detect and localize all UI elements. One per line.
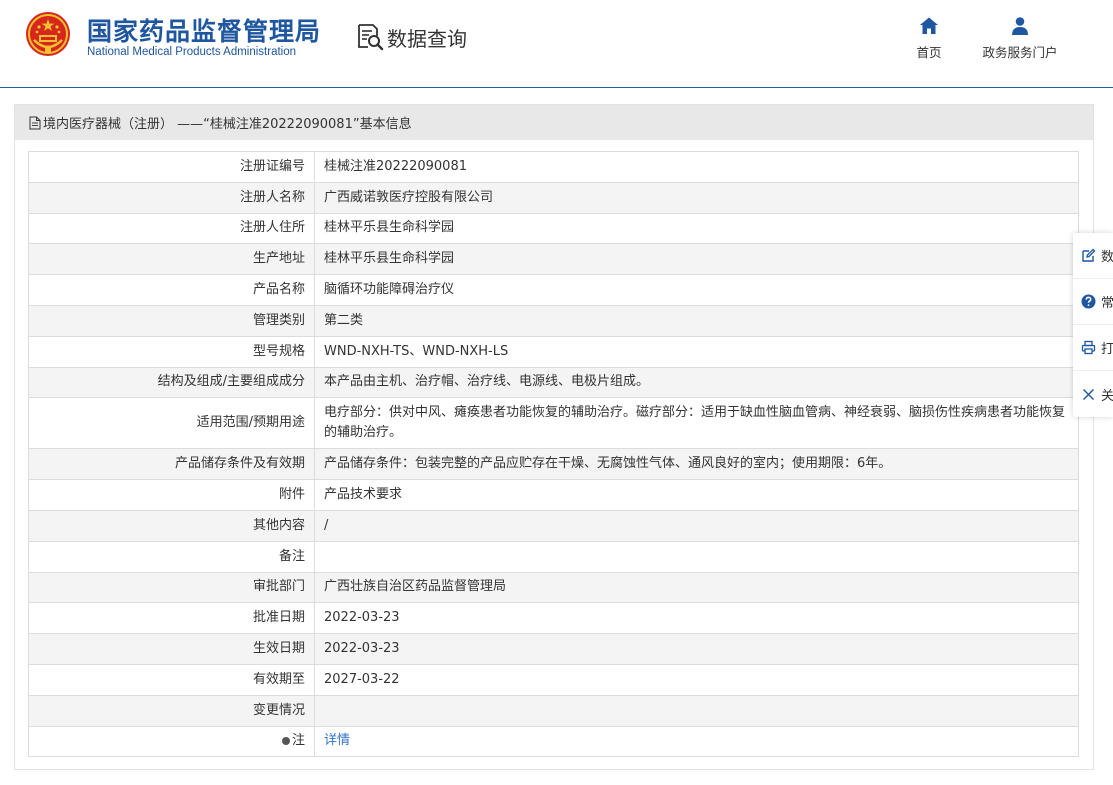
row-label: 注册人住所 [28, 212, 315, 245]
table-row: 产品名称 脑循环功能障碍治疗仪 [28, 274, 1079, 306]
float-item-label: 打 [1101, 342, 1113, 357]
close-icon [1083, 388, 1094, 400]
float-print-button[interactable]: 打 [1073, 325, 1113, 371]
table-row: 型号规格 WND-NXH-TS、WND-NXH-LS [28, 335, 1079, 368]
home-icon [920, 17, 938, 34]
row-label: 备注 [28, 540, 315, 573]
row-value: 详情 [314, 725, 1079, 758]
row-label: 结构及组成/主要组成成分 [28, 366, 315, 399]
row-value: 电疗部分：供对中风、瘫痪患者功能恢复的辅助治疗。磁疗部分：适用于缺血性脑血管病、… [314, 397, 1079, 450]
edit-icon [1082, 248, 1096, 262]
table-row: 产品储存条件及有效期 产品储存条件：包装完整的产品应贮存在干燥、无腐蚀性气体、通风… [28, 448, 1079, 481]
table-row: 注册人名称 广西威诺敦医疗控股有限公司 [28, 181, 1079, 214]
row-label: 其他内容 [28, 509, 315, 542]
row-label: 生效日期 [28, 633, 315, 665]
float-close-button[interactable]: 关 [1073, 371, 1113, 417]
row-value: 产品储存条件：包装完整的产品应贮存在干燥、无腐蚀性气体、通风良好的室内；使用期限… [314, 448, 1079, 481]
row-label: 附件 [28, 479, 315, 511]
row-value: 第二类 [314, 304, 1079, 337]
question-icon [1081, 294, 1096, 309]
table-row: 备注 [28, 540, 1079, 573]
table-row: 有效期至 2027-03-22 [28, 663, 1079, 696]
row-label: 型号规格 [28, 335, 315, 368]
row-label: 注册人名称 [28, 181, 315, 214]
float-item-label: 关 [1101, 388, 1113, 404]
row-value: WND-NXH-TS、WND-NXH-LS [314, 335, 1079, 368]
data-query-heading: 数据查询 [355, 22, 467, 52]
row-label: 产品名称 [28, 274, 315, 306]
float-faq-button[interactable]: 常 [1073, 279, 1113, 325]
row-value: 桂械注准20222090081 [314, 151, 1079, 183]
nav-home-label: 首页 [916, 45, 942, 60]
row-value: 2022-03-23 [314, 602, 1079, 635]
site-title-en[interactable]: National Medical Products Administration [87, 46, 296, 58]
row-label: 变更情况 [28, 694, 315, 727]
row-value: 2027-03-22 [314, 663, 1079, 696]
row-value: 本产品由主机、治疗帽、治疗线、电源线、电极片组成。 [314, 366, 1079, 399]
row-label: 注册证编号 [28, 151, 315, 183]
table-row: 适用范围/预期用途 电疗部分：供对中风、瘫痪患者功能恢复的辅助治疗。磁疗部分：适用… [28, 397, 1079, 450]
detail-card: 境内医疗器械（注册） ——“桂械注准20222090081”基本信息 注册证编号… [14, 104, 1094, 770]
table-row: 其他内容 / [28, 509, 1079, 542]
row-label-note: 注 [28, 725, 315, 758]
nav-government-services-label: 政务服务门户 [982, 45, 1058, 60]
site-header: 国家药品监督管理局 National Medical Products Admi… [0, 0, 1113, 88]
data-query-label: 数据查询 [387, 26, 467, 51]
table-row: 管理类别 第二类 [28, 304, 1079, 337]
row-label: 审批部门 [28, 571, 315, 604]
table-row: 注册人住所 桂林平乐县生命科学园 [28, 212, 1079, 245]
card-title-text: 境内医疗器械（注册） ——“桂械注准20222090081”基本信息 [43, 117, 412, 132]
document-search-icon [358, 24, 384, 51]
user-icon [1012, 17, 1028, 35]
float-item-label: 数 [1101, 250, 1113, 265]
row-label: 生产地址 [28, 243, 315, 276]
bullet-icon [281, 736, 290, 745]
row-label: 产品储存条件及有效期 [28, 448, 315, 481]
nav-home[interactable]: 首页 [908, 16, 950, 61]
table-row: 结构及组成/主要组成成分 本产品由主机、治疗帽、治疗线、电源线、电极片组成。 [28, 366, 1079, 399]
national-emblem-icon[interactable] [24, 10, 72, 58]
float-item-label: 常 [1101, 296, 1113, 311]
note-label-text: 注 [291, 733, 305, 749]
float-data-feedback-button[interactable]: 数 [1073, 233, 1113, 279]
row-label: 管理类别 [28, 304, 315, 337]
row-value [314, 694, 1079, 727]
row-value [314, 540, 1079, 573]
table-row: 生效日期 2022-03-23 [28, 633, 1079, 665]
row-value: 2022-03-23 [314, 633, 1079, 665]
row-value: 产品技术要求 [314, 479, 1079, 511]
row-label: 批准日期 [28, 602, 315, 635]
table-row: 批准日期 2022-03-23 [28, 602, 1079, 635]
table-row: 注 详情 [28, 725, 1079, 758]
table-row: 注册证编号 桂械注准20222090081 [28, 151, 1079, 183]
row-value: 广西威诺敦医疗控股有限公司 [314, 181, 1079, 214]
row-value: / [314, 509, 1079, 542]
table-row: 生产地址 桂林平乐县生命科学园 [28, 243, 1079, 276]
card-title: 境内医疗器械（注册） ——“桂械注准20222090081”基本信息 [15, 105, 1093, 140]
row-value: 广西壮族自治区药品监督管理局 [314, 571, 1079, 604]
table-row: 附件 产品技术要求 [28, 479, 1079, 511]
floating-toolbar: 数 常 打 关 [1073, 233, 1113, 417]
info-table: 注册证编号 桂械注准20222090081 注册人名称 广西威诺敦医疗控股有限公司 … [28, 151, 1079, 758]
site-title-cn[interactable]: 国家药品监督管理局 [87, 12, 321, 48]
row-label: 适用范围/预期用途 [28, 397, 315, 450]
print-icon [1081, 340, 1096, 355]
nav-government-services[interactable]: 政务服务门户 [978, 16, 1062, 61]
row-value: 脑循环功能障碍治疗仪 [314, 274, 1079, 306]
table-row: 变更情况 [28, 694, 1079, 727]
details-link[interactable]: 详情 [324, 733, 350, 748]
row-value: 桂林平乐县生命科学园 [314, 212, 1079, 245]
row-label: 有效期至 [28, 663, 315, 696]
document-icon [29, 116, 41, 129]
table-row: 审批部门 广西壮族自治区药品监督管理局 [28, 571, 1079, 604]
row-value: 桂林平乐县生命科学园 [314, 243, 1079, 276]
